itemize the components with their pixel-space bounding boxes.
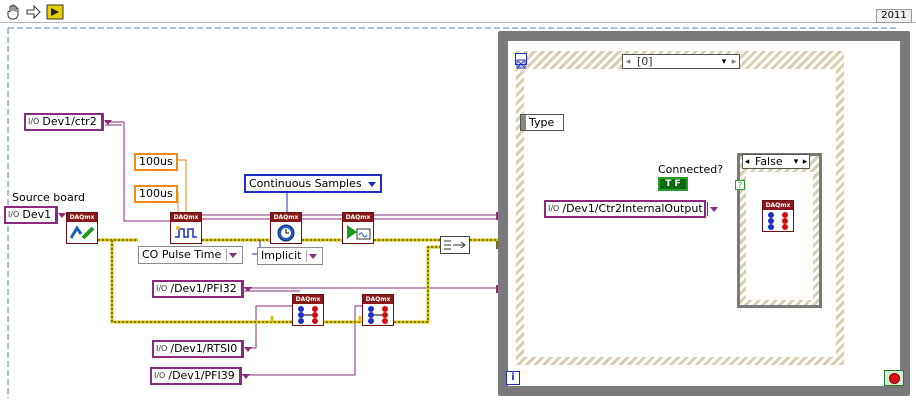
pfi32-constant[interactable]: I/O /Dev1/PFI32 bbox=[152, 280, 255, 298]
chevron-down-icon[interactable] bbox=[241, 342, 253, 356]
ctr2-label: Dev1/ctr2 bbox=[42, 115, 97, 128]
vi-header: DAQmx bbox=[343, 213, 373, 222]
vi-body bbox=[293, 304, 323, 325]
pfi32-label: /Dev1/PFI32 bbox=[170, 282, 237, 295]
chevron-down-icon[interactable] bbox=[706, 202, 718, 216]
vi-body bbox=[763, 210, 793, 231]
loop-stop-terminal[interactable] bbox=[884, 370, 904, 386]
type-property-node[interactable]: Type bbox=[520, 114, 564, 131]
rtsi0-constant[interactable]: I/O /Dev1/RTSI0 bbox=[152, 340, 253, 358]
chevron-down-icon[interactable] bbox=[226, 249, 239, 261]
timing-type-selector[interactable]: Implicit bbox=[257, 247, 324, 265]
timing-type-label: Implicit bbox=[261, 249, 302, 262]
chevron-down-icon[interactable] bbox=[238, 369, 253, 383]
io-glyph: I/O bbox=[156, 284, 168, 293]
increment-icon[interactable]: ▸ bbox=[729, 55, 739, 69]
chevron-down-icon[interactable] bbox=[306, 250, 319, 262]
co-pulse-time-label: CO Pulse Time bbox=[142, 248, 222, 261]
io-glyph: I/O bbox=[28, 117, 40, 126]
chevron-down-icon[interactable] bbox=[240, 282, 255, 296]
daqmx-timing-vi[interactable]: DAQmx bbox=[270, 212, 302, 244]
case-selector-terminal: ? bbox=[735, 180, 745, 190]
pfi39-constant[interactable]: I/O /Dev1/PFI39 bbox=[150, 367, 253, 385]
sample-mode-label: Continuous Samples bbox=[249, 176, 362, 190]
vi-body bbox=[363, 304, 393, 325]
daqmx-connect-terminals-vi-2[interactable]: DAQmx bbox=[362, 294, 394, 326]
connected-boolean-constant[interactable]: T F bbox=[658, 177, 688, 191]
frame-selector-label: [0] bbox=[637, 54, 653, 68]
case-inner bbox=[746, 172, 813, 300]
property-node-handle bbox=[521, 115, 526, 130]
vi-body bbox=[171, 222, 201, 243]
ctr2-constant[interactable]: I/O Dev1/ctr2 bbox=[24, 113, 115, 131]
daqmx-start-task-vi[interactable]: DAQmx bbox=[342, 212, 374, 244]
source-board-label: Source board bbox=[12, 191, 86, 204]
decrement-icon[interactable]: ◂ bbox=[743, 155, 751, 169]
vi-body bbox=[271, 222, 301, 243]
vi-header: DAQmx bbox=[363, 295, 393, 304]
sample-mode-enum[interactable]: Continuous Samples bbox=[244, 174, 382, 193]
vi-body bbox=[343, 222, 373, 243]
decrement-icon[interactable]: ◂ bbox=[623, 55, 633, 69]
io-glyph: I/O bbox=[8, 210, 20, 219]
merge-errors-node[interactable] bbox=[440, 236, 470, 254]
increment-icon[interactable]: ▸ bbox=[801, 155, 809, 169]
loop-iteration-terminal: i bbox=[506, 371, 520, 385]
daqmx-connect-terminals-vi-1[interactable]: DAQmx bbox=[292, 294, 324, 326]
chevron-down-icon[interactable] bbox=[367, 179, 377, 189]
ctr2-internal-constant[interactable]: I/O /Dev1/Ctr2InternalOutput bbox=[544, 200, 718, 218]
dev1-label: Dev1 bbox=[22, 208, 52, 221]
io-glyph: I/O bbox=[156, 344, 168, 353]
chevron-down-icon[interactable] bbox=[100, 115, 115, 129]
daqmx-load-task-vi[interactable]: DAQmx bbox=[66, 212, 98, 244]
stop-icon bbox=[889, 373, 900, 384]
co-pulse-time-selector[interactable]: CO Pulse Time bbox=[138, 246, 244, 264]
stacked-sequence-icon bbox=[515, 53, 527, 69]
io-glyph: I/O bbox=[154, 371, 166, 380]
daqmx-disconnect-terminals-vi[interactable]: DAQmx bbox=[762, 200, 794, 232]
type-label: Type bbox=[529, 116, 555, 129]
connected-label: Connected? bbox=[658, 163, 724, 176]
case-selector[interactable]: ◂ False ▾ ▸ bbox=[742, 154, 810, 169]
time-constant-2[interactable]: 100us bbox=[134, 185, 178, 203]
vi-header: DAQmx bbox=[763, 201, 793, 210]
io-glyph: I/O bbox=[548, 204, 560, 213]
ctr2-internal-label: /Dev1/Ctr2InternalOutput bbox=[562, 202, 703, 215]
chevron-down-icon[interactable]: ▾ bbox=[719, 55, 729, 69]
case-selector-label: False bbox=[755, 154, 783, 168]
vi-header: DAQmx bbox=[293, 295, 323, 304]
vi-header: DAQmx bbox=[171, 213, 201, 222]
frame-selector[interactable]: ◂ [0] ▾ ▸ bbox=[622, 54, 740, 69]
dev1-constant[interactable]: I/O Dev1 bbox=[4, 206, 67, 224]
vi-body bbox=[67, 222, 97, 243]
time-constant-1[interactable]: 100us bbox=[134, 153, 178, 171]
chevron-down-icon[interactable] bbox=[55, 208, 67, 222]
pfi39-label: /Dev1/PFI39 bbox=[168, 369, 235, 382]
rtsi0-label: /Dev1/RTSI0 bbox=[170, 342, 238, 355]
chevron-down-icon[interactable]: ▾ bbox=[791, 155, 801, 169]
vi-header: DAQmx bbox=[271, 213, 301, 222]
vi-header: DAQmx bbox=[67, 213, 97, 222]
daqmx-create-channel-vi[interactable]: DAQmx bbox=[170, 212, 202, 244]
